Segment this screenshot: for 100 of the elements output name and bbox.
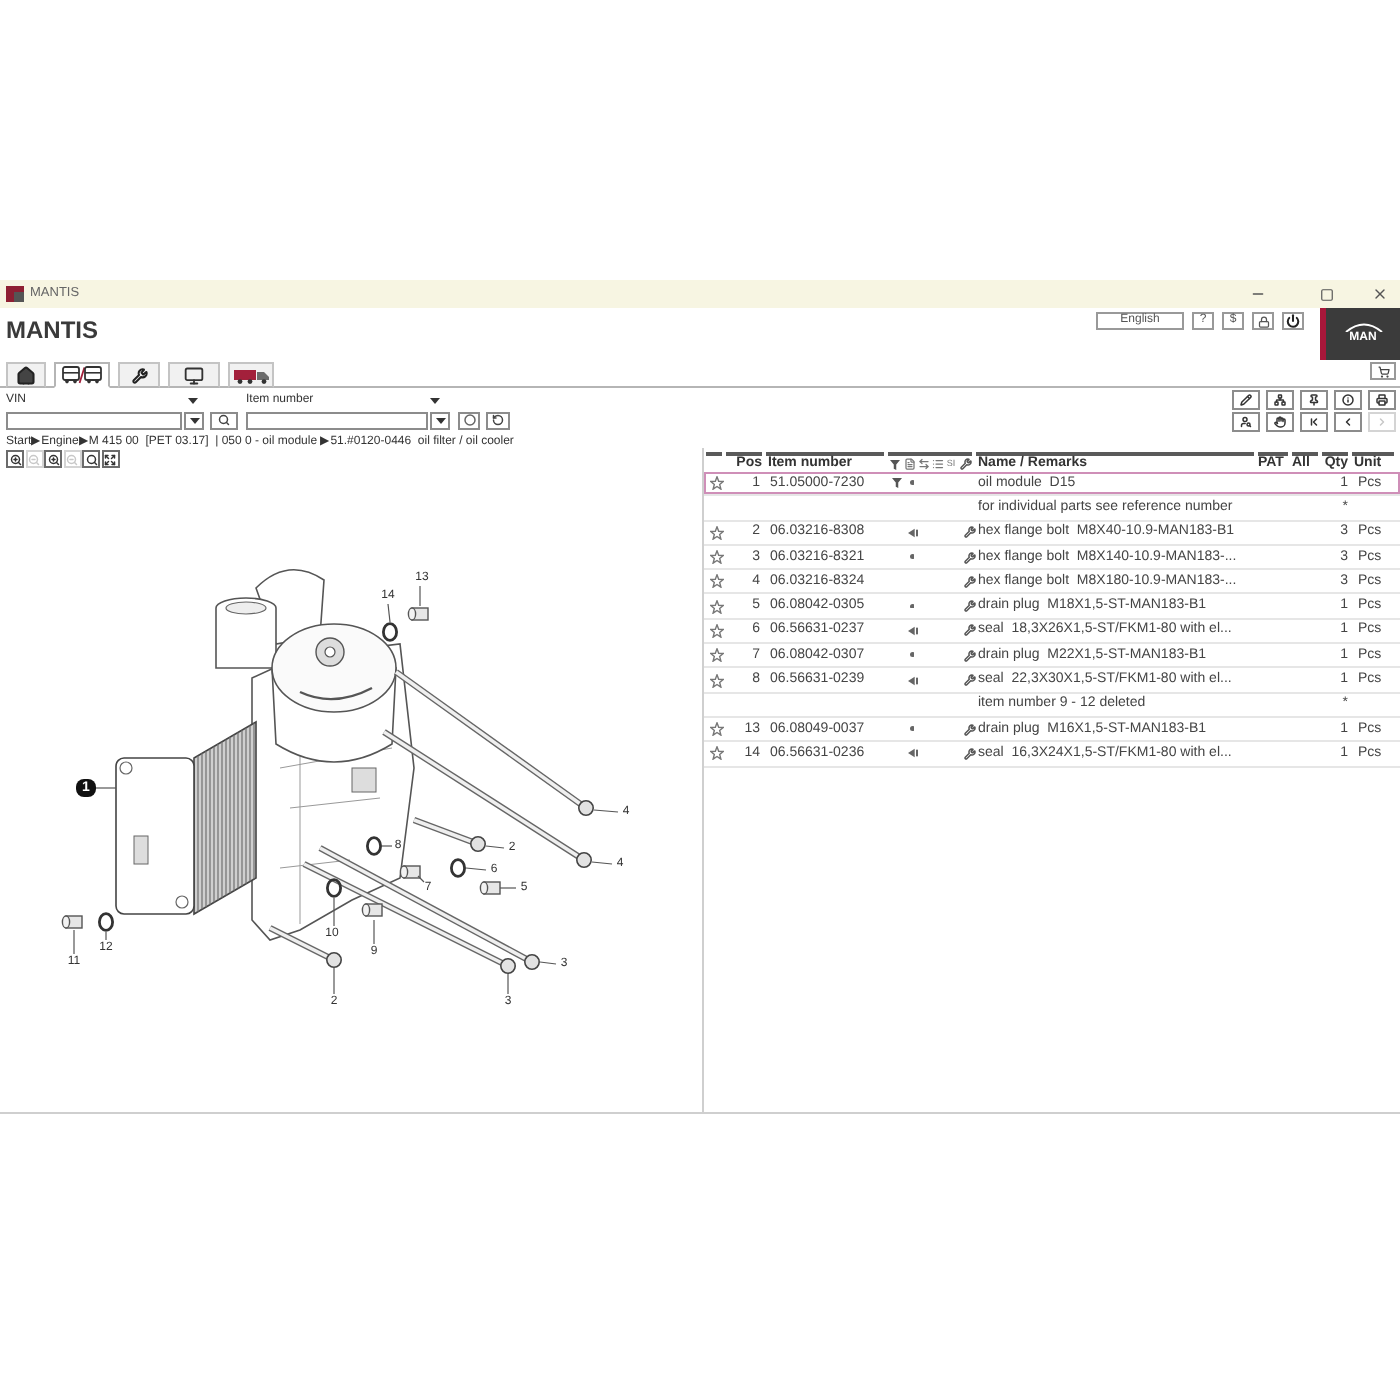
search-button[interactable] — [210, 411, 238, 429]
cart-button[interactable] — [1370, 362, 1396, 380]
search-icon — [218, 414, 230, 426]
zoom-out-icon — [66, 453, 78, 465]
zoom-in-icon — [9, 453, 21, 465]
left-right-arrow-icon — [917, 458, 929, 470]
document-icon — [903, 458, 915, 470]
star-icon — [709, 746, 723, 761]
print-button[interactable] — [1368, 390, 1396, 410]
power-icon — [1286, 314, 1300, 328]
hierarchy-button[interactable] — [1266, 390, 1294, 410]
item-number-field[interactable] — [246, 411, 428, 429]
chevron-first-icon — [1308, 416, 1320, 428]
dropdown-button[interactable] — [430, 411, 450, 429]
monitor-icon — [184, 365, 204, 385]
seal-ring — [366, 836, 382, 856]
nav-tab[interactable] — [228, 362, 274, 388]
seal-ring — [98, 912, 114, 932]
seal-ring — [326, 878, 342, 898]
caret-down-icon — [430, 397, 440, 403]
leader-line — [499, 887, 517, 889]
hand-icon — [1274, 416, 1286, 428]
lock-button[interactable] — [1252, 312, 1274, 330]
chevron-left-icon — [1342, 416, 1354, 428]
plug — [407, 607, 429, 621]
leader-line — [419, 585, 421, 607]
zoom-in-icon — [47, 453, 59, 465]
star-icon — [709, 648, 723, 663]
leader-line — [507, 973, 509, 995]
clear-button[interactable] — [458, 411, 480, 429]
rotate-icon — [492, 414, 504, 426]
star-icon — [709, 722, 723, 737]
two-buses-icon — [62, 366, 102, 384]
caret-down-icon — [435, 417, 445, 423]
leader-line — [105, 931, 107, 941]
nav-tab[interactable] — [54, 362, 110, 388]
pin-icon — [1308, 394, 1320, 406]
nav-tab[interactable] — [6, 362, 46, 388]
caret-down-icon — [189, 417, 199, 423]
fit-view-button[interactable] — [101, 450, 119, 468]
plug — [479, 881, 501, 895]
cart-icon — [1377, 365, 1389, 377]
chevron-right-icon — [1376, 416, 1388, 428]
nav-tab[interactable] — [168, 362, 220, 388]
pencil-icon — [1240, 394, 1252, 406]
leader-line — [381, 845, 393, 847]
printer-icon — [1376, 394, 1388, 406]
leader-line — [333, 967, 335, 995]
plug — [61, 915, 83, 929]
dropdown-button[interactable] — [184, 411, 204, 429]
star-icon — [709, 574, 723, 589]
user-search-button[interactable] — [1232, 412, 1260, 432]
star-icon — [709, 673, 723, 688]
star-icon — [709, 525, 723, 540]
funnel-icon — [890, 459, 900, 469]
edit-button[interactable] — [1232, 390, 1260, 410]
network-icon — [1274, 394, 1286, 406]
leader-line — [95, 787, 117, 789]
circle-icon — [463, 414, 475, 426]
leader-line — [593, 809, 619, 813]
truck-icon — [233, 367, 269, 383]
star-icon — [709, 550, 723, 565]
zoom-area-button[interactable] — [44, 450, 62, 468]
first-button[interactable] — [1300, 412, 1328, 432]
home-icon — [16, 365, 36, 385]
previous-button[interactable] — [1334, 412, 1362, 432]
info-icon — [1342, 394, 1354, 406]
leader-line — [591, 861, 613, 865]
plug — [361, 903, 383, 917]
seal-ring — [382, 622, 398, 642]
zoom-search-button[interactable] — [82, 450, 100, 468]
leader-line — [539, 961, 557, 965]
close-icon — [1372, 286, 1388, 302]
info-button[interactable] — [1334, 390, 1362, 410]
power-button[interactable] — [1282, 312, 1304, 330]
leader-line — [387, 603, 391, 623]
pin-button[interactable] — [1300, 390, 1328, 410]
user-search-icon — [1240, 416, 1252, 428]
seal-ring — [450, 858, 466, 878]
leader-line — [417, 875, 425, 883]
plug — [399, 865, 421, 879]
app-title: MANTIS — [6, 316, 98, 344]
leader-line — [333, 897, 335, 927]
leader-line — [373, 919, 375, 945]
expand-icon — [104, 453, 116, 465]
app-icon — [6, 286, 24, 302]
star-icon — [709, 476, 723, 491]
nav-tab[interactable] — [118, 362, 160, 388]
leader-line — [465, 867, 487, 871]
list-icon — [931, 458, 943, 470]
hand-button[interactable] — [1266, 412, 1294, 432]
vin-field[interactable] — [6, 411, 182, 429]
leader-line — [73, 929, 75, 955]
caret-down-icon — [188, 397, 198, 403]
reset-button[interactable] — [486, 411, 510, 429]
search-icon — [85, 453, 97, 465]
maximize-icon — [1319, 287, 1333, 301]
star-icon — [709, 623, 723, 638]
zoom-in-button[interactable] — [6, 450, 24, 468]
lock-icon — [1257, 315, 1269, 327]
